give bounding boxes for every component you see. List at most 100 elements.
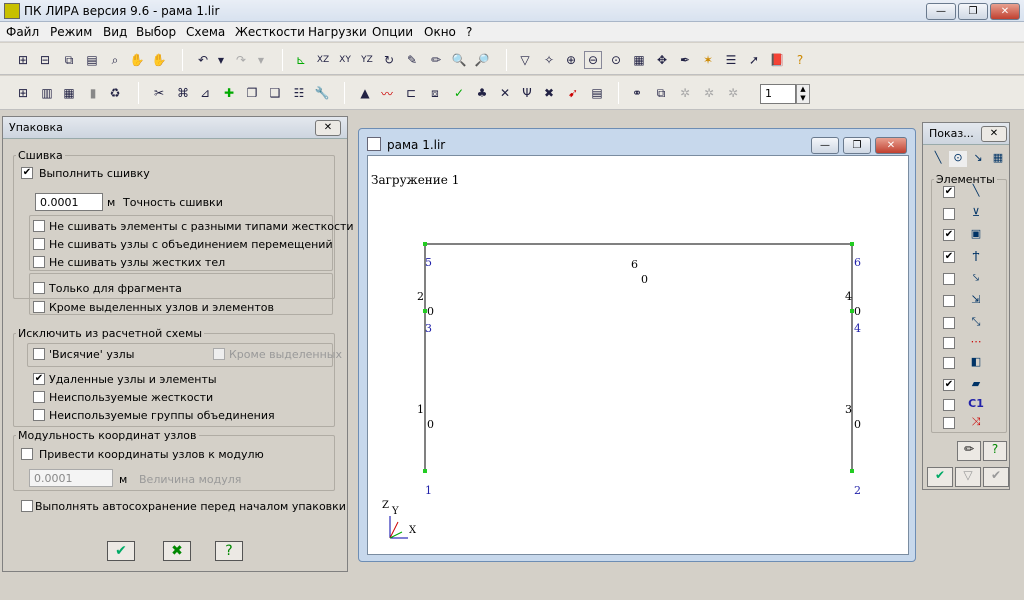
unused-stiffness-checkbox[interactable]: [33, 391, 45, 403]
pan-icon[interactable]: ✥: [653, 51, 671, 69]
modulus-checkbox[interactable]: [21, 448, 33, 460]
tolerance-input[interactable]: 0.0001: [35, 193, 103, 211]
zoom-fit-icon[interactable]: 🔎: [473, 51, 491, 69]
undo-dropdown-icon[interactable]: ▼: [212, 51, 230, 69]
node-icon[interactable]: ⊞: [14, 51, 32, 69]
menu-loads[interactable]: Нагрузки: [308, 25, 367, 39]
find-icon[interactable]: ⌕: [106, 51, 124, 69]
autosave-checkbox[interactable]: [21, 500, 33, 512]
minimize-button[interactable]: —: [926, 3, 956, 20]
help-button[interactable]: ?: [215, 541, 243, 561]
pencil-icon[interactable]: ✏: [427, 51, 445, 69]
hand-disabled-icon[interactable]: ✋: [150, 51, 168, 69]
arrow-icon[interactable]: ➹: [564, 84, 582, 102]
rotate-icon[interactable]: ↻: [380, 51, 398, 69]
show-check-3[interactable]: ✔: [943, 229, 955, 241]
menu-mode[interactable]: Режим: [50, 25, 92, 39]
support-icon[interactable]: ⊿: [196, 84, 214, 102]
maximize-button[interactable]: ❐: [958, 3, 988, 20]
copy-icon[interactable]: ⧉: [60, 51, 78, 69]
pack-icon[interactable]: ⌘: [174, 84, 192, 102]
check-icon[interactable]: ✓: [450, 84, 468, 102]
unused-groups-checkbox[interactable]: [33, 409, 45, 421]
show-help-button[interactable]: ?: [983, 441, 1007, 461]
removed-checkbox[interactable]: ✔: [33, 373, 45, 385]
show-check-8[interactable]: [943, 337, 955, 349]
wrench-icon[interactable]: 🔧: [313, 84, 331, 102]
except-selected2-checkbox[interactable]: [213, 348, 225, 360]
show-check-12[interactable]: [943, 417, 955, 429]
apply-button[interactable]: ✔: [107, 541, 135, 561]
union-checkbox[interactable]: [33, 238, 45, 250]
zoom-out-icon[interactable]: ⊖: [584, 51, 602, 69]
gear2-icon[interactable]: ✲: [700, 84, 718, 102]
select-nodes-icon[interactable]: ✧: [540, 51, 558, 69]
close-button[interactable]: ✕: [990, 3, 1020, 20]
cross-icon[interactable]: ✖: [540, 84, 558, 102]
beam-icon[interactable]: ⊏: [402, 84, 420, 102]
axes-icon[interactable]: ⊾: [292, 51, 310, 69]
cycle-icon[interactable]: ♻: [106, 84, 124, 102]
do-stitch-checkbox[interactable]: ✔: [21, 167, 33, 179]
menu-select[interactable]: Выбор: [136, 25, 176, 39]
undo-icon[interactable]: ↶: [194, 51, 212, 69]
block-icon[interactable]: ▮: [84, 84, 102, 102]
zigzag-icon[interactable]: 〰: [378, 84, 396, 102]
show-check-1[interactable]: ✔: [943, 186, 955, 198]
show-check-7[interactable]: [943, 317, 955, 329]
node-links-icon[interactable]: ⧈: [426, 84, 444, 102]
stack-icon[interactable]: ☷: [290, 84, 308, 102]
zoom-window-icon[interactable]: ⊙: [607, 51, 625, 69]
hand-icon[interactable]: ✋: [128, 51, 146, 69]
show-check-9[interactable]: [943, 357, 955, 369]
show-check-4[interactable]: ✔: [943, 251, 955, 263]
show-check-6[interactable]: [943, 295, 955, 307]
tree-icon[interactable]: ♣: [473, 84, 491, 102]
edit-button[interactable]: ✏: [957, 441, 981, 461]
show-check-11[interactable]: [943, 399, 955, 411]
pack-close-icon[interactable]: ✕: [315, 120, 341, 136]
layers-icon[interactable]: ☰: [722, 51, 740, 69]
show-apply-button[interactable]: ✔: [927, 467, 953, 487]
loadcase-spinner[interactable]: 1: [760, 84, 796, 104]
paint-icon[interactable]: ✎: [403, 51, 421, 69]
add-node-icon[interactable]: ✚: [220, 84, 238, 102]
cut-icon[interactable]: ✂: [150, 84, 168, 102]
filter-icon[interactable]: ▽: [516, 51, 534, 69]
xy-plane-icon[interactable]: XY: [336, 51, 354, 69]
show-close-icon[interactable]: ✕: [981, 126, 1007, 142]
cancel-button[interactable]: ✖: [163, 541, 191, 561]
show-check-10[interactable]: ✔: [943, 379, 955, 391]
group-icon[interactable]: ⚭: [628, 84, 646, 102]
show-tab-grid-icon[interactable]: ▦: [989, 151, 1007, 167]
document-icon[interactable]: ▤: [83, 51, 101, 69]
marker-icon[interactable]: ✒: [676, 51, 694, 69]
triangle-icon[interactable]: ▲: [356, 84, 374, 102]
drawing-canvas[interactable]: Загружение 1 5 6 3 4 1 2 6 0 2 0 4 0 1 0…: [367, 155, 909, 555]
menu-stiffness[interactable]: Жесткости: [235, 25, 305, 39]
gear1-icon[interactable]: ✲: [676, 84, 694, 102]
help-icon[interactable]: ?: [791, 51, 809, 69]
copy-elem-icon[interactable]: ❐: [243, 84, 261, 102]
whats-this-icon[interactable]: ➚: [745, 51, 763, 69]
multi-icon[interactable]: ⧉: [652, 84, 670, 102]
menu-file[interactable]: Файл: [6, 25, 39, 39]
hanging-checkbox[interactable]: [33, 348, 45, 360]
star-icon[interactable]: ✶: [699, 51, 717, 69]
split-icon[interactable]: ✕: [496, 84, 514, 102]
show-check-button[interactable]: ✔: [983, 467, 1009, 487]
building-icon[interactable]: ▥: [38, 84, 56, 102]
redo-icon[interactable]: ↷: [232, 51, 250, 69]
table-icon[interactable]: ▤: [588, 84, 606, 102]
redo-dropdown-icon[interactable]: ▼: [252, 51, 270, 69]
element-icon[interactable]: ⊟: [36, 51, 54, 69]
fork-icon[interactable]: Ψ: [518, 84, 536, 102]
stiffness-checkbox[interactable]: [33, 220, 45, 232]
mesh-icon[interactable]: ▦: [60, 84, 78, 102]
zoom-icon[interactable]: 🔍: [450, 51, 468, 69]
menu-scheme[interactable]: Схема: [186, 25, 225, 39]
show-tab-nodes-icon[interactable]: ⊙: [949, 151, 967, 167]
frame-icon[interactable]: ⊞: [14, 84, 32, 102]
modulus-input[interactable]: 0.0001: [29, 469, 113, 487]
doc-close-button[interactable]: ✕: [875, 137, 907, 154]
